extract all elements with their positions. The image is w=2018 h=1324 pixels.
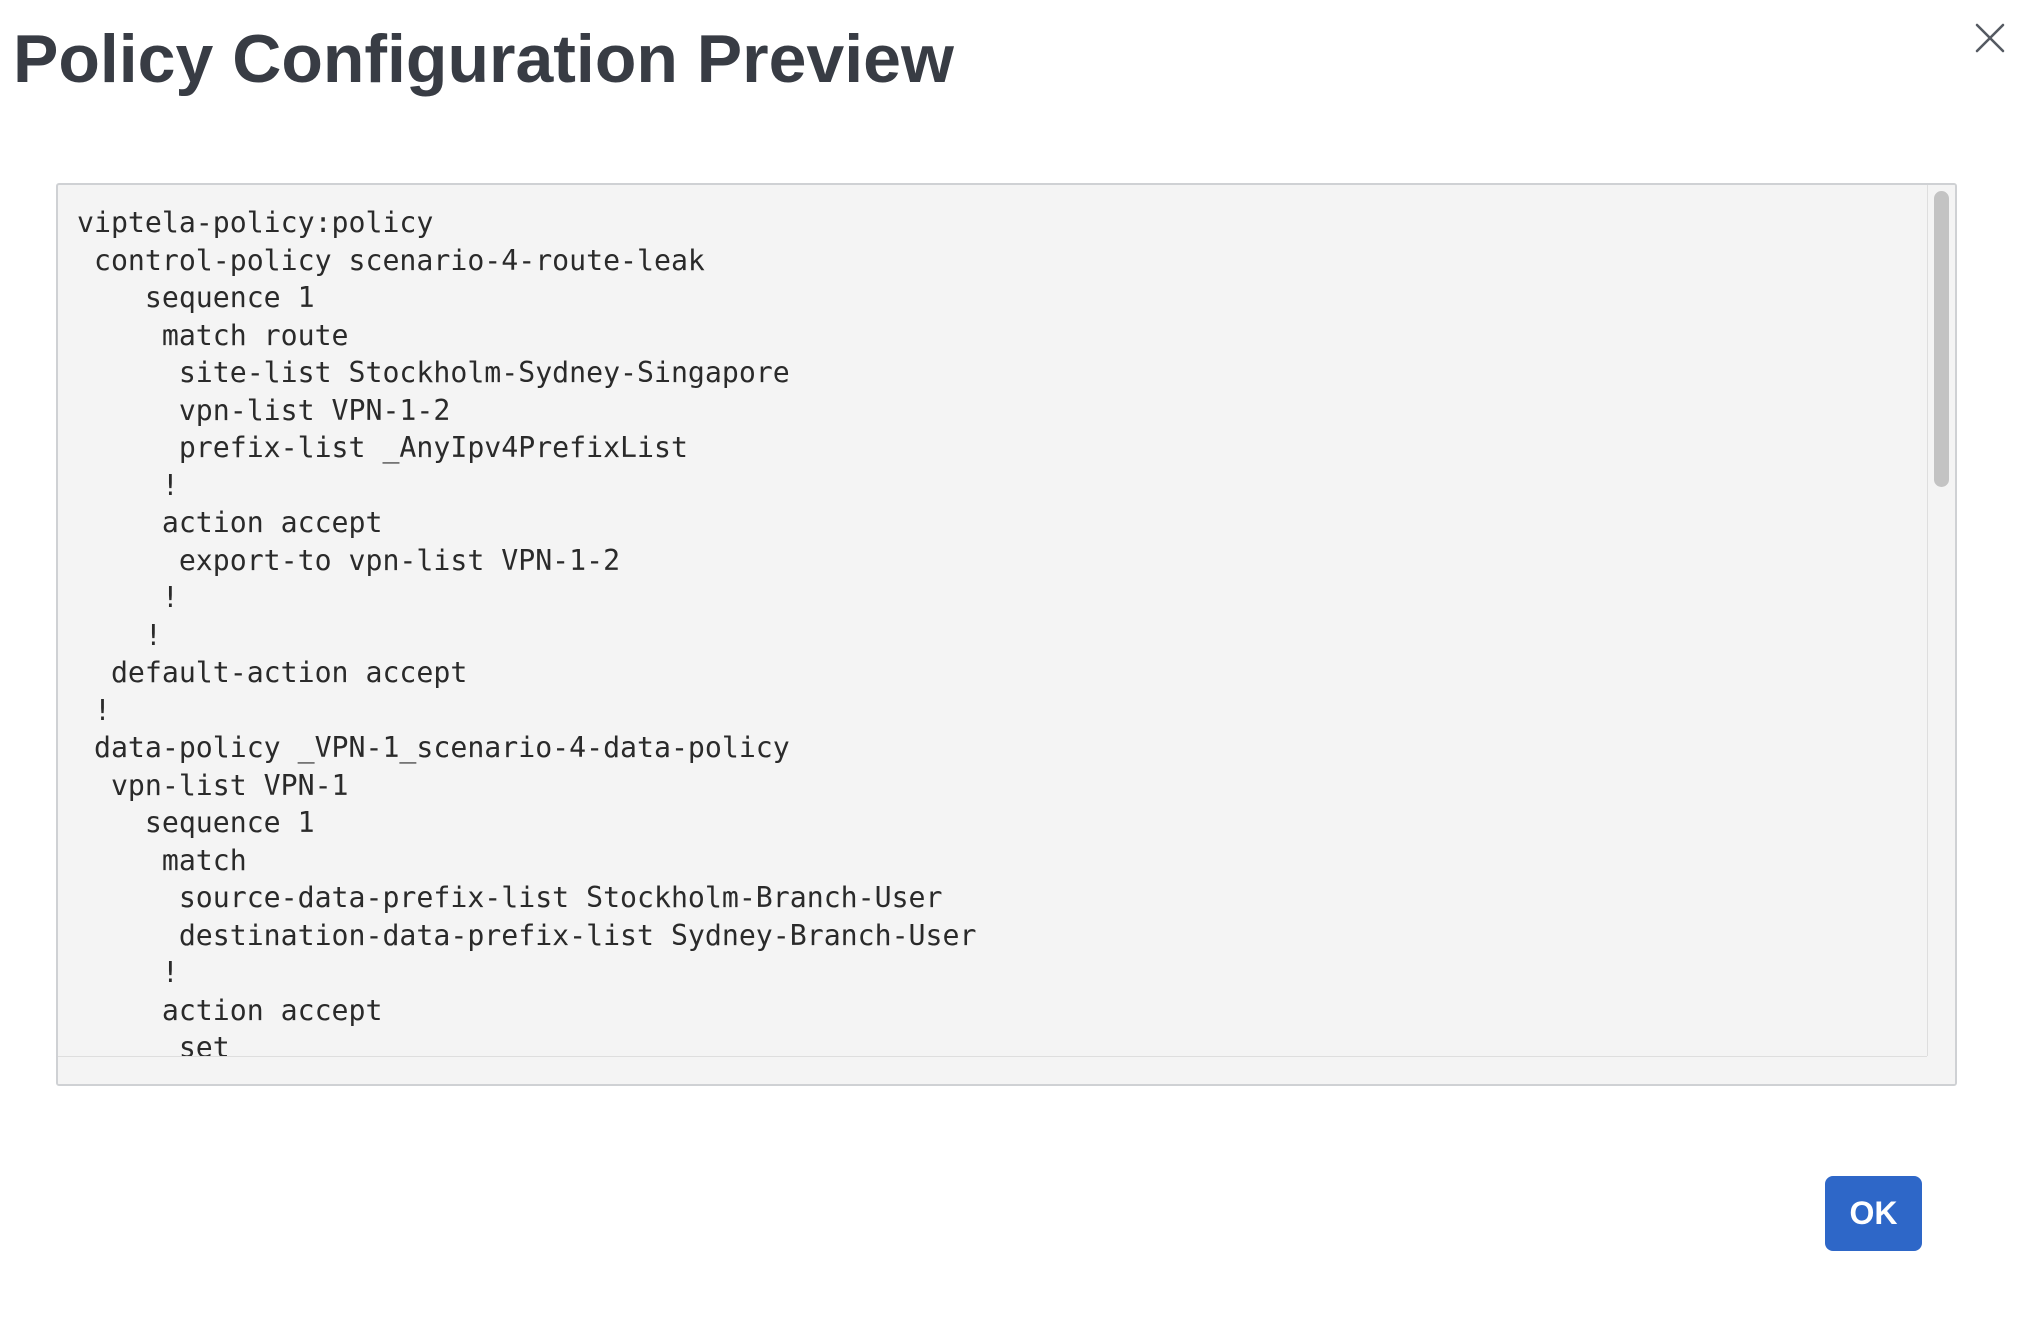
vertical-scrollbar[interactable] <box>1927 185 1955 1058</box>
config-line: match route <box>77 318 349 352</box>
config-preview-box: viptela-policy:policy control-policy sce… <box>56 183 1957 1086</box>
config-line: ! <box>77 618 162 652</box>
config-line: data-policy _VPN-1_scenario-4-data-polic… <box>77 731 790 764</box>
config-line: match <box>77 843 247 877</box>
config-line: destination-data-prefix-list Sydney-Bran… <box>77 918 977 952</box>
config-line: default-action accept <box>77 656 468 689</box>
config-line: ! <box>77 693 111 727</box>
config-line: action accept <box>77 506 383 539</box>
config-line: prefix-list _AnyIpv4PrefixList <box>77 431 688 464</box>
config-line: sequence 1 <box>77 806 315 839</box>
config-line: control-policy scenario-4-route-leak <box>77 243 705 277</box>
close-button[interactable] <box>1970 18 2010 58</box>
vertical-scrollbar-thumb[interactable] <box>1934 191 1949 487</box>
config-code-text: viptela-policy:policy control-policy sce… <box>77 204 1929 1058</box>
config-line: site-list Stockholm-Sydney-Singapore <box>77 356 790 389</box>
config-line: set <box>77 1031 230 1058</box>
config-line: ! <box>77 468 179 502</box>
config-line: source-data-prefix-list Stockholm-Branch… <box>77 881 943 914</box>
config-code-area[interactable]: viptela-policy:policy control-policy sce… <box>58 185 1929 1058</box>
config-line: sequence 1 <box>77 281 315 314</box>
config-line: action accept <box>77 993 383 1027</box>
scrollbar-corner <box>1927 1056 1955 1084</box>
config-line: ! <box>77 581 179 614</box>
modal-title: Policy Configuration Preview <box>13 21 954 97</box>
config-line: viptela-policy:policy <box>77 206 434 239</box>
ok-button[interactable]: OK <box>1825 1176 1922 1251</box>
config-line: export-to vpn-list VPN-1-2 <box>77 543 621 577</box>
close-icon <box>1975 23 2005 53</box>
config-line: vpn-list VPN-1-2 <box>77 393 451 427</box>
config-line: ! <box>77 956 179 989</box>
config-line: vpn-list VPN-1 <box>77 768 349 802</box>
policy-preview-modal: Policy Configuration Preview viptela-pol… <box>0 0 2018 1324</box>
horizontal-scrollbar[interactable] <box>58 1056 1929 1084</box>
